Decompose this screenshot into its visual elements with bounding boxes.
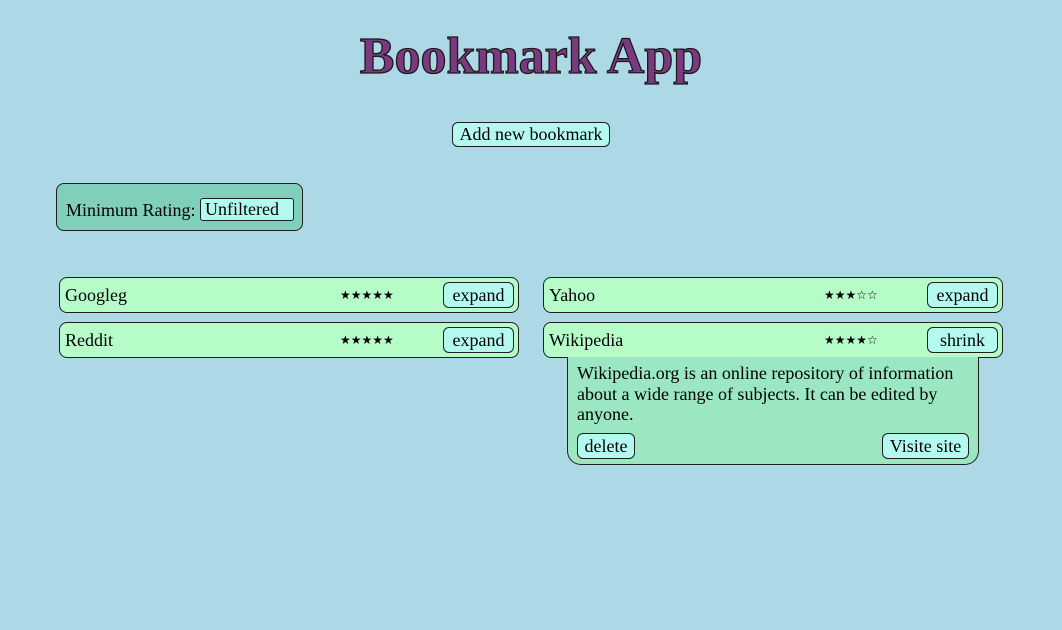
- bookmark-title: Yahoo: [549, 285, 596, 305]
- rating-stars: ★★★★☆: [824, 333, 878, 347]
- rating-filter-label: Minimum Rating:: [66, 200, 196, 220]
- bookmark-item-wikipedia: Wikipedia ★★★★☆ shrink: [543, 322, 1003, 358]
- bookmark-title: Wikipedia: [549, 330, 624, 350]
- expand-button[interactable]: expand: [443, 327, 514, 353]
- rating-filter-panel: Minimum Rating: Unfiltered: [56, 183, 303, 231]
- expand-button[interactable]: expand: [927, 282, 998, 308]
- add-bookmark-button[interactable]: Add new bookmark: [452, 122, 610, 147]
- rating-stars: ★★★★★: [340, 333, 394, 347]
- app-title: Bookmark App: [359, 27, 703, 85]
- delete-button[interactable]: delete: [577, 433, 635, 459]
- bookmark-item-reddit: Reddit ★★★★★ expand: [59, 322, 519, 358]
- shrink-button[interactable]: shrink: [927, 327, 998, 353]
- bookmark-item-yahoo: Yahoo ★★★☆☆ expand: [543, 277, 1003, 313]
- bookmark-title: Googleg: [65, 285, 127, 305]
- rating-filter-select[interactable]: Unfiltered: [200, 198, 294, 221]
- rating-stars: ★★★★★: [340, 288, 394, 302]
- bookmark-title: Reddit: [65, 330, 113, 350]
- bookmark-details-panel: Wikipedia.org is an online repository of…: [567, 357, 979, 465]
- expand-button[interactable]: expand: [443, 282, 514, 308]
- rating-stars: ★★★☆☆: [824, 288, 878, 302]
- bookmark-item-googleg: Googleg ★★★★★ expand: [59, 277, 519, 313]
- bookmark-description: Wikipedia.org is an online repository of…: [577, 363, 954, 424]
- visit-site-button[interactable]: Visite site: [882, 433, 969, 459]
